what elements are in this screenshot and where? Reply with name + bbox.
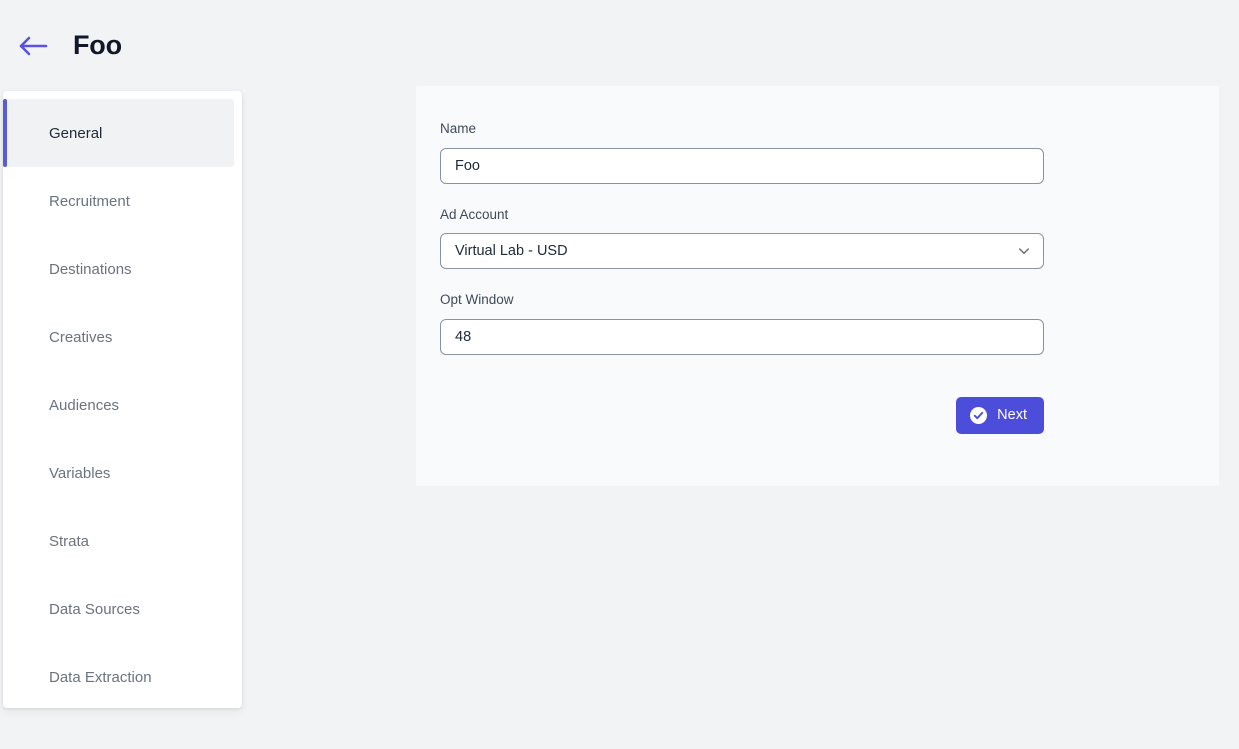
sidebar-item-label: Destinations xyxy=(49,260,132,278)
form-actions: Next xyxy=(440,396,1044,434)
sidebar-item-recruitment[interactable]: Recruitment xyxy=(3,167,242,235)
name-label: Name xyxy=(440,121,477,136)
sidebar-item-general[interactable]: General xyxy=(3,99,234,167)
check-circle-icon xyxy=(970,406,988,424)
back-button[interactable] xyxy=(11,26,55,66)
sidebar-item-label: Audiences xyxy=(49,396,120,414)
sidebar-item-data-sources[interactable]: Data Sources xyxy=(3,575,242,643)
page-title: Foo xyxy=(73,30,122,60)
opt-window-input[interactable] xyxy=(440,318,1044,355)
ad-account-selected-value: Virtual Lab - USD xyxy=(455,243,568,259)
page-header: Foo xyxy=(0,0,1239,91)
sidebar-item-variables[interactable]: Variables xyxy=(3,439,242,507)
sidebar-item-strata[interactable]: Strata xyxy=(3,507,242,575)
opt-window-field-group: Opt Window xyxy=(440,292,1044,355)
sidebar-item-label: General xyxy=(49,124,103,142)
settings-sidebar: General Recruitment Destinations Creativ… xyxy=(3,91,242,708)
sidebar-item-label: Creatives xyxy=(49,328,113,346)
sidebar-item-label: Strata xyxy=(49,532,90,550)
sidebar-item-destinations[interactable]: Destinations xyxy=(3,235,242,303)
name-field-group: Name xyxy=(440,121,1044,184)
sidebar-item-data-extraction[interactable]: Data Extraction xyxy=(3,643,242,708)
next-button-label: Next xyxy=(997,407,1027,423)
general-settings-form: Name Ad Account Virtual Lab - USD Opt Wi… xyxy=(416,86,1044,434)
sidebar-item-creatives[interactable]: Creatives xyxy=(3,303,242,371)
sidebar-item-label: Data Extraction xyxy=(49,668,152,686)
ad-account-label: Ad Account xyxy=(440,206,509,222)
ad-account-field-group: Ad Account Virtual Lab - USD xyxy=(440,206,1044,269)
arrow-left-icon xyxy=(18,35,48,57)
sidebar-item-audiences[interactable]: Audiences xyxy=(3,371,242,439)
opt-window-label: Opt Window xyxy=(440,292,514,307)
name-input[interactable] xyxy=(440,147,1044,184)
ad-account-select-wrapper: Virtual Lab - USD xyxy=(440,233,1044,269)
next-button[interactable]: Next xyxy=(956,396,1044,434)
ad-account-select[interactable]: Virtual Lab - USD xyxy=(440,233,1044,269)
general-settings-card: Name Ad Account Virtual Lab - USD Opt Wi… xyxy=(416,86,1219,486)
sidebar-item-label: Data Sources xyxy=(49,600,140,618)
sidebar-item-label: Recruitment xyxy=(49,192,130,210)
sidebar-item-label: Variables xyxy=(49,464,111,482)
